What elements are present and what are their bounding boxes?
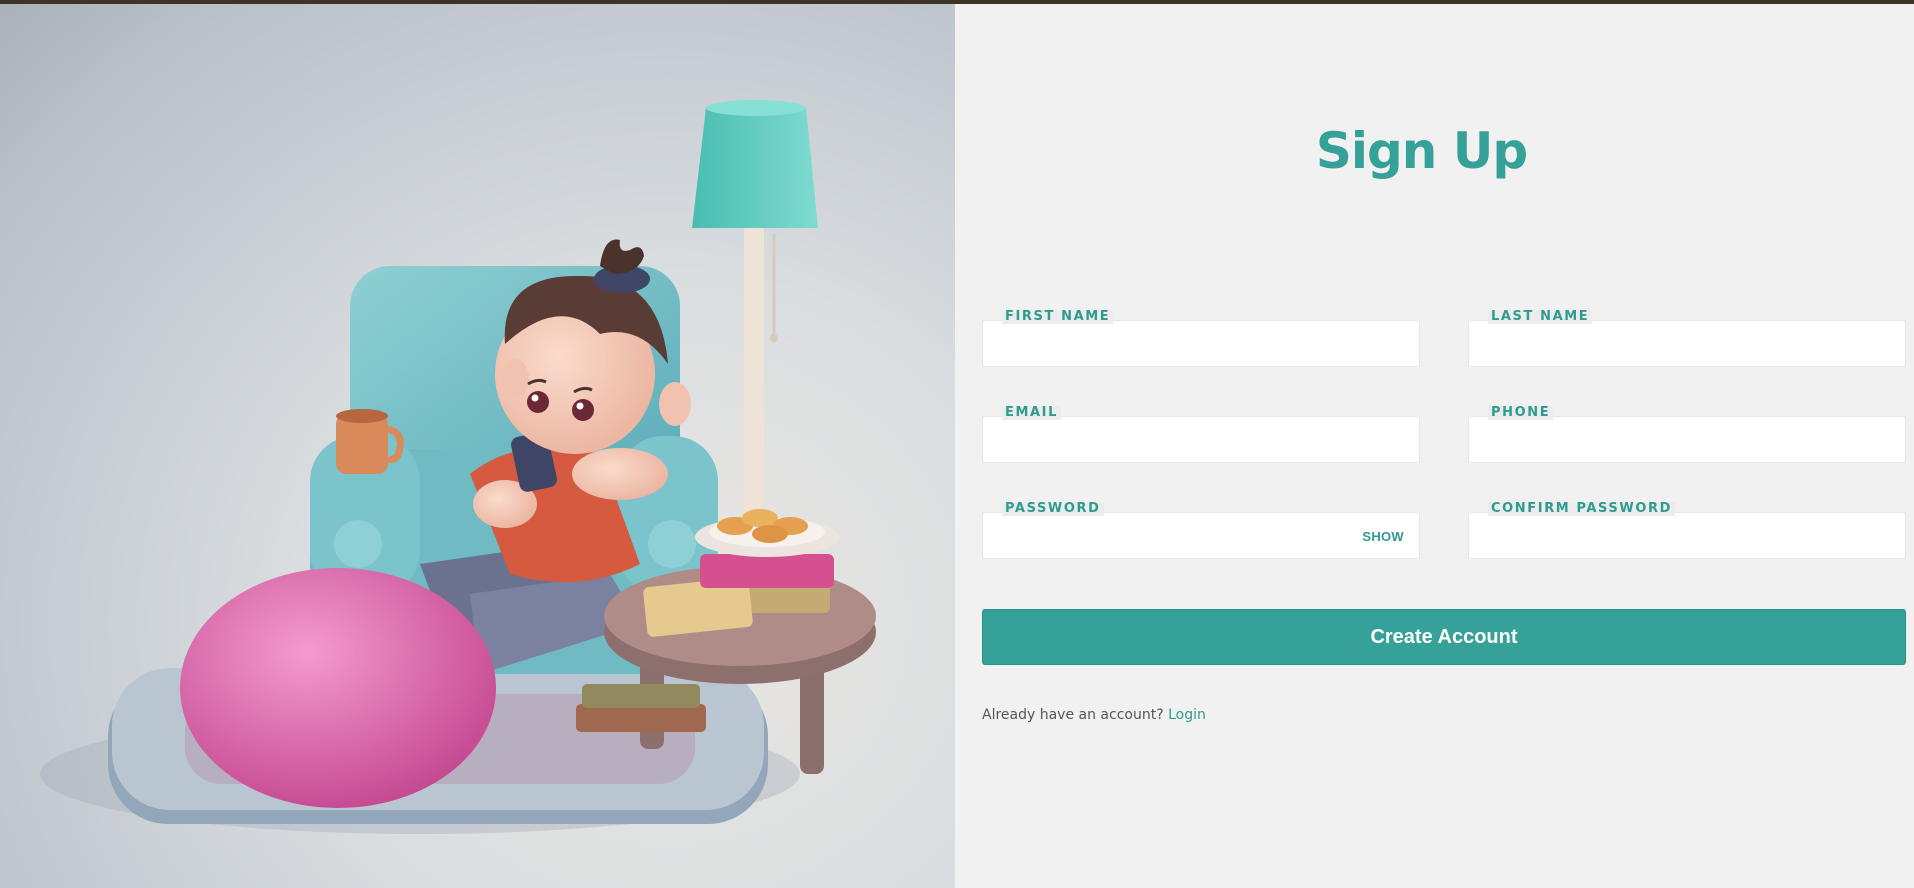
last-name-field[interactable]: LAST NAME	[1468, 310, 1906, 367]
create-account-button[interactable]: Create Account	[982, 609, 1906, 665]
phone-label: PHONE	[1488, 406, 1554, 420]
page-title: Sign Up	[1315, 122, 1528, 180]
login-prompt: Already have an account? Login	[982, 707, 1206, 723]
confirm-password-input[interactable]	[1468, 512, 1904, 557]
first-name-input[interactable]	[982, 320, 1418, 365]
first-name-label: FIRST NAME	[1002, 310, 1114, 324]
last-name-label: LAST NAME	[1488, 310, 1593, 324]
email-label: EMAIL	[1002, 406, 1061, 420]
password-input[interactable]	[982, 512, 1418, 557]
email-field[interactable]: EMAIL	[982, 406, 1420, 463]
person-on-armchair-illustration	[40, 100, 876, 834]
phone-input[interactable]	[1468, 416, 1904, 461]
phone-field[interactable]: PHONE	[1468, 406, 1906, 463]
confirm-password-label: CONFIRM PASSWORD	[1488, 502, 1675, 516]
hero-illustration	[0, 4, 955, 888]
confirm-password-field[interactable]: CONFIRM PASSWORD	[1468, 502, 1906, 559]
top-accent-bar	[0, 0, 1914, 4]
signup-panel: Sign Up FIRST NAME LAST NAME EMAIL PHONE…	[955, 4, 1914, 888]
email-input[interactable]	[982, 416, 1418, 461]
login-link[interactable]: Login	[1168, 707, 1206, 723]
password-field[interactable]: PASSWORD SHOW	[982, 502, 1420, 559]
show-password-toggle[interactable]: SHOW	[1362, 529, 1404, 544]
login-prompt-text: Already have an account?	[982, 707, 1164, 723]
password-label: PASSWORD	[1002, 502, 1104, 516]
first-name-field[interactable]: FIRST NAME	[982, 310, 1420, 367]
last-name-input[interactable]	[1468, 320, 1904, 365]
